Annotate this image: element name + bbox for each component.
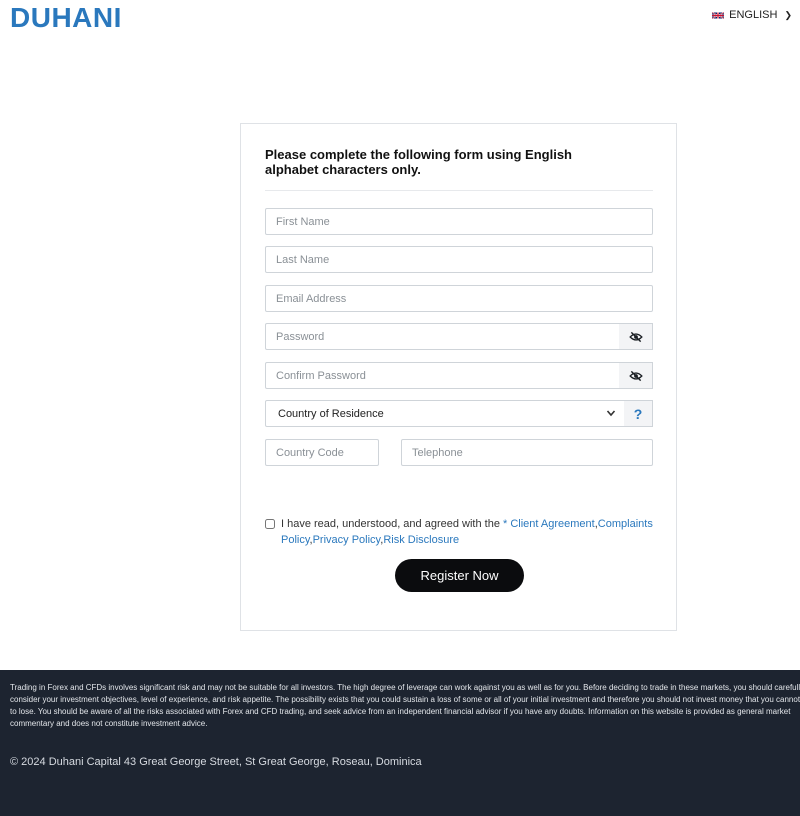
password-input[interactable] — [265, 323, 620, 350]
risk-disclosure-link[interactable]: Risk Disclosure — [383, 534, 459, 546]
confirm-password-group — [265, 362, 653, 389]
eye-slash-icon — [628, 331, 643, 342]
chevron-down-icon: ❯ — [784, 9, 792, 20]
country-select[interactable]: Country of Residence — [265, 400, 625, 427]
agreement-checkbox[interactable] — [265, 519, 275, 529]
agreement-prefix: I have read, understood, and agreed with… — [281, 518, 503, 530]
country-select-value: Country of Residence — [278, 407, 384, 420]
agreement-text: I have read, understood, and agreed with… — [281, 518, 653, 546]
confirm-password-input[interactable] — [265, 362, 620, 389]
language-selector[interactable]: ENGLISH ❯ — [712, 9, 792, 21]
client-agreement-link[interactable]: Client Agreement — [510, 518, 594, 530]
header: DUHANI ENGLISH ❯ — [0, 0, 800, 40]
first-name-input[interactable] — [265, 208, 653, 235]
form-instructions: Please complete the following form using… — [265, 147, 572, 177]
telephone-input[interactable] — [401, 439, 653, 466]
divider — [265, 190, 653, 191]
email-input[interactable] — [265, 285, 653, 312]
last-name-input[interactable] — [265, 246, 653, 273]
agreement: I have read, understood, and agreed with… — [265, 516, 655, 548]
country-code-input[interactable] — [265, 439, 379, 466]
chevron-down-icon — [606, 410, 616, 417]
confirm-password-toggle-button[interactable] — [619, 362, 653, 389]
registration-card: Please complete the following form using… — [240, 123, 677, 631]
password-toggle-button[interactable] — [619, 323, 653, 350]
logo[interactable]: DUHANI — [10, 2, 122, 34]
help-button[interactable]: ? — [624, 400, 653, 427]
language-label: ENGLISH — [729, 9, 778, 21]
register-button[interactable]: Register Now — [395, 559, 524, 592]
risk-disclaimer: Trading in Forex and CFDs involves signi… — [10, 683, 800, 728]
footer: Trading in Forex and CFDs involves signi… — [0, 670, 800, 816]
copyright: © 2024 Duhani Capital 43 Great George St… — [10, 756, 422, 768]
privacy-policy-link[interactable]: Privacy Policy — [313, 534, 381, 546]
uk-flag-icon — [712, 11, 725, 19]
password-group — [265, 323, 653, 350]
country-group: Country of Residence ? — [265, 400, 653, 427]
eye-slash-icon — [628, 370, 643, 381]
